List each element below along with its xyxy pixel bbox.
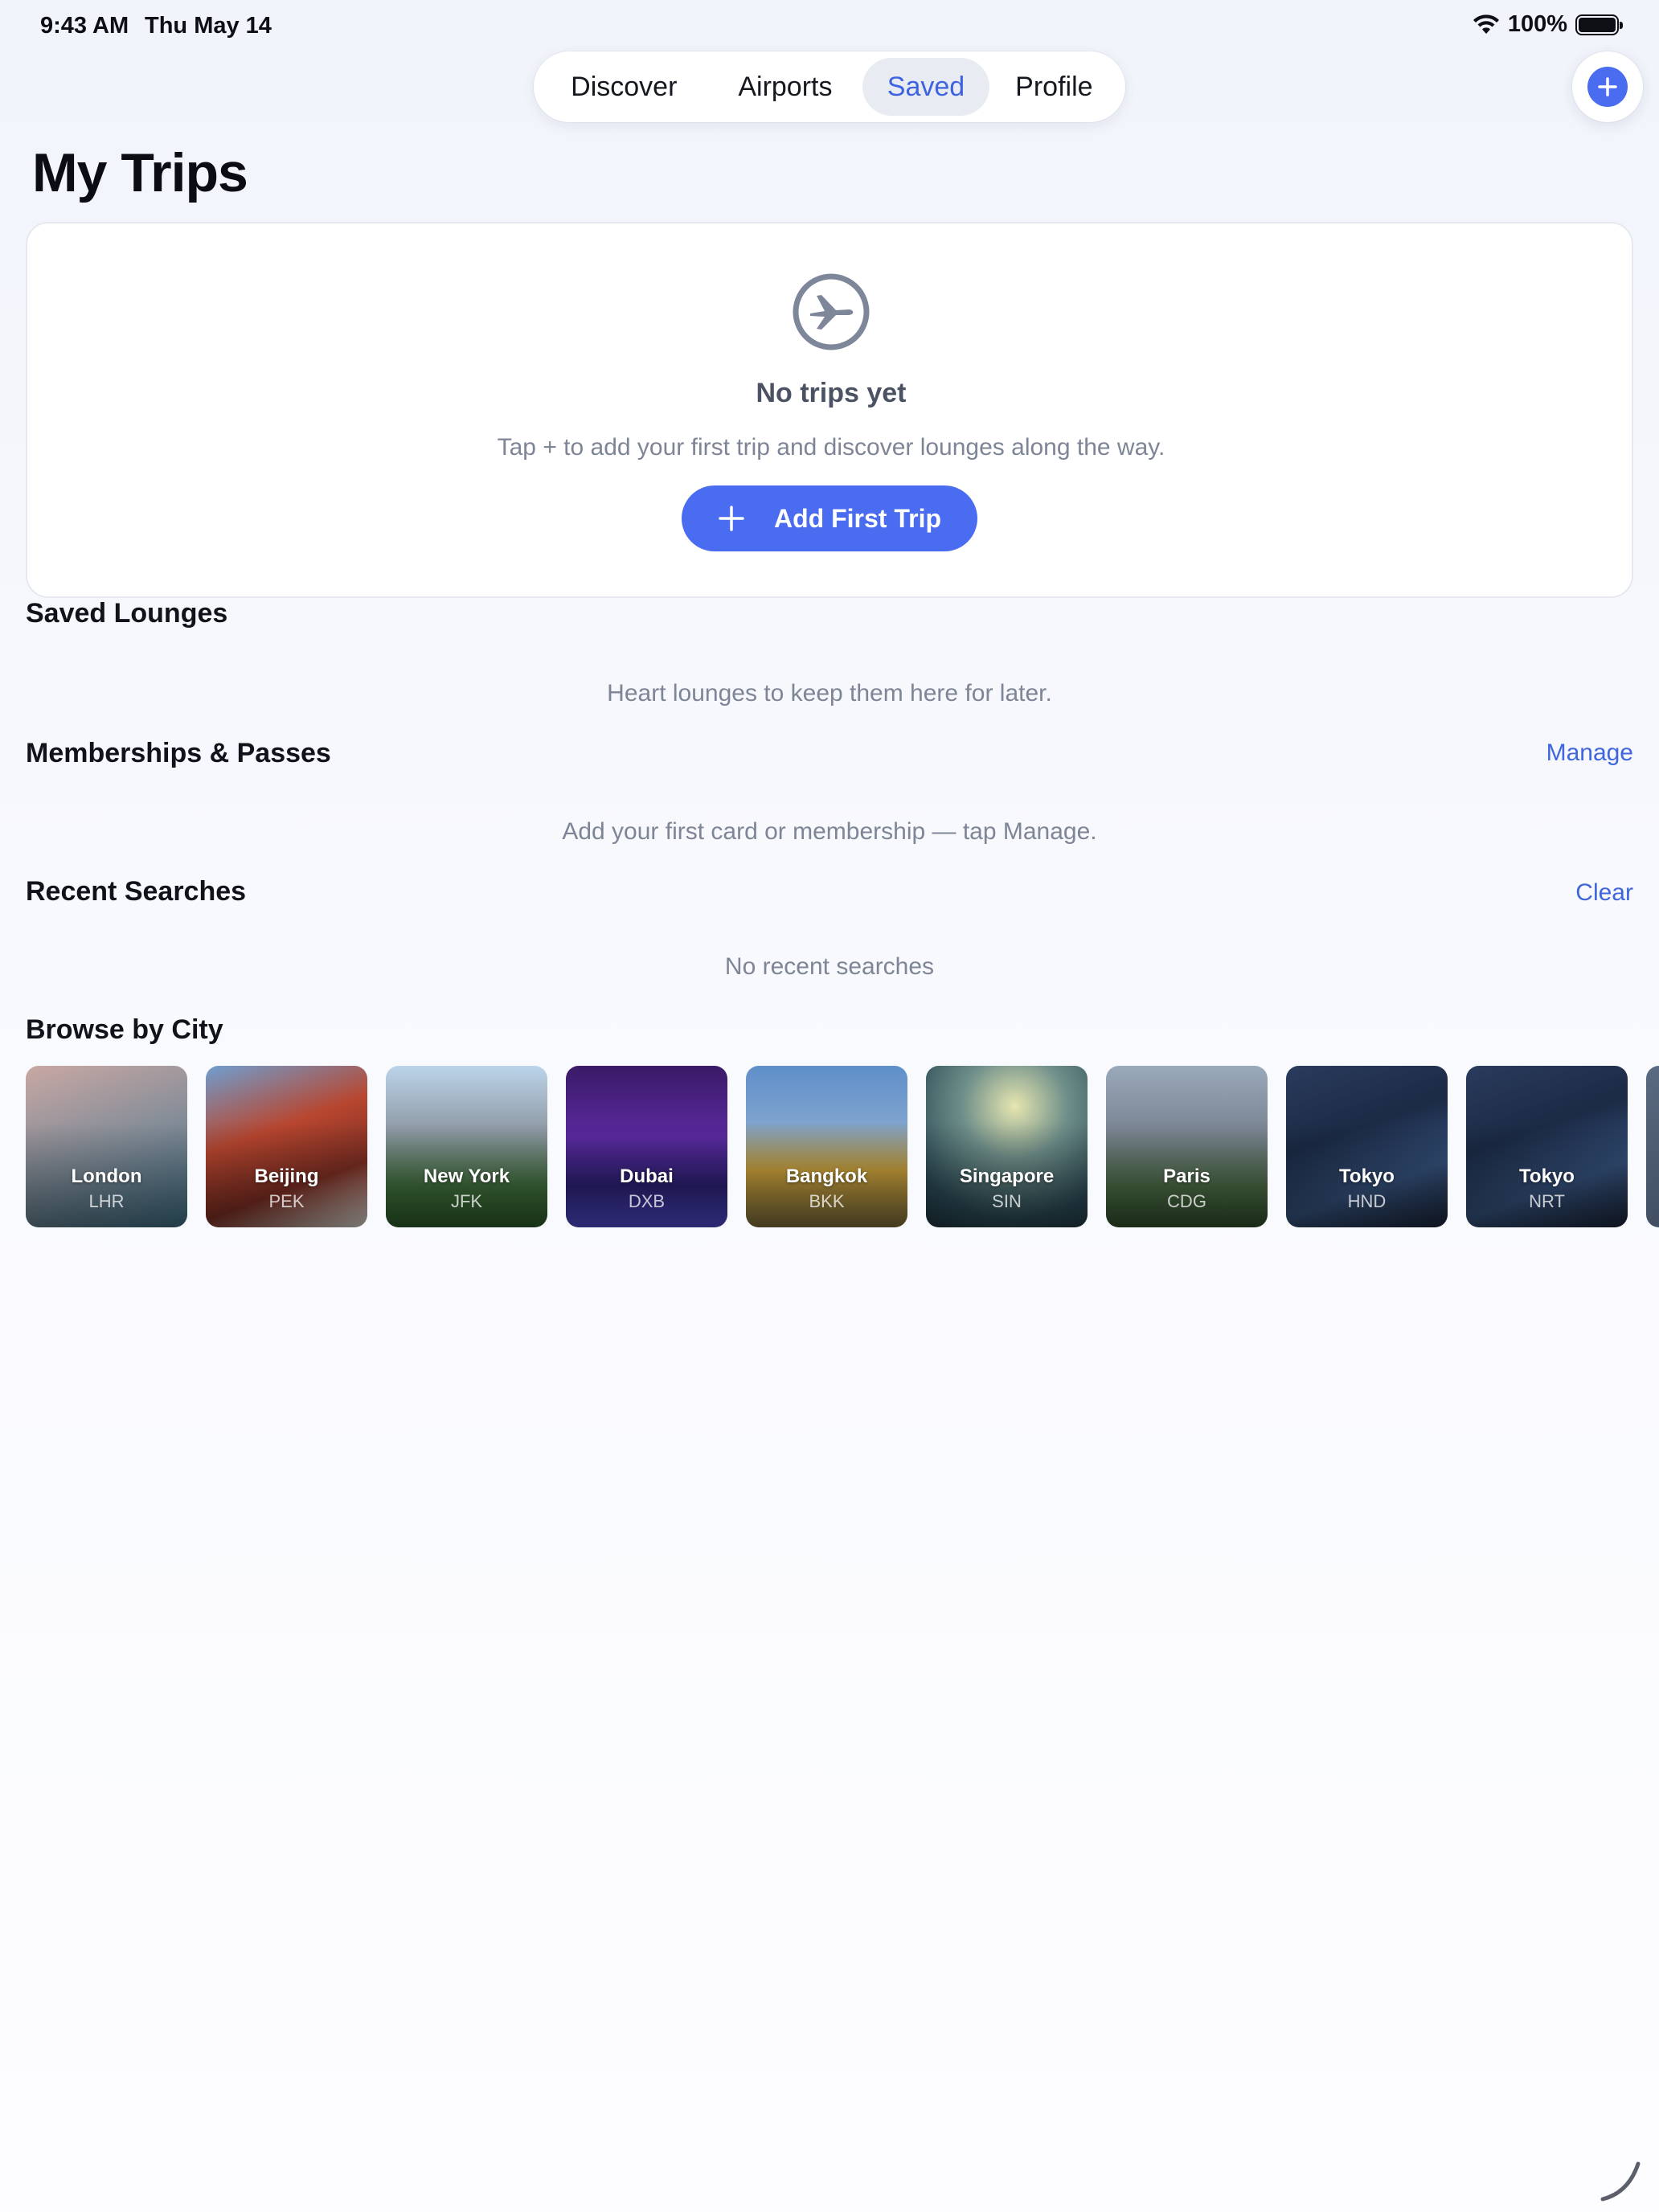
city-code: LHR: [88, 1191, 125, 1211]
saved-lounges-title: Saved Lounges: [26, 598, 228, 629]
city-tile-dubai[interactable]: Dubai DXB: [566, 1066, 727, 1227]
add-first-trip-button[interactable]: Add First Trip: [682, 485, 977, 551]
city-name: London: [71, 1165, 142, 1187]
trips-empty-card: No trips yet Tap + to add your first tri…: [26, 222, 1633, 598]
city-code: BKK: [809, 1191, 845, 1211]
add-trip-fab[interactable]: [1572, 51, 1643, 122]
city-carousel[interactable]: London LHR Beijing PEK New York JFK Duba…: [26, 1066, 1659, 1228]
status-date: Thu May 14: [145, 13, 272, 39]
city-code: DXB: [628, 1191, 666, 1211]
city-name: Tokyo: [1339, 1165, 1395, 1187]
status-time: 9:43 AM: [40, 13, 129, 39]
tab-airports[interactable]: Airports: [708, 58, 863, 116]
city-name: Beijing: [254, 1165, 319, 1187]
wifi-icon: [1473, 14, 1499, 34]
tab-saved[interactable]: Saved: [862, 58, 989, 116]
clear-link[interactable]: Clear: [1575, 879, 1633, 907]
city-code: NRT: [1529, 1191, 1565, 1211]
city-name: New York: [423, 1165, 510, 1187]
city-name: Paris: [1163, 1165, 1210, 1187]
memberships-title: Memberships & Passes: [26, 738, 331, 768]
manage-link[interactable]: Manage: [1546, 739, 1633, 767]
battery-icon: [1575, 14, 1623, 35]
page-title: My Trips: [32, 142, 248, 203]
city-name: Tokyo: [1519, 1165, 1575, 1187]
city-tile-london[interactable]: London LHR: [26, 1066, 187, 1227]
recent-searches-empty: No recent searches: [724, 953, 935, 980]
status-bar: 9:43 AM Thu May 14 100%: [0, 0, 1659, 51]
tab-profile[interactable]: Profile: [989, 58, 1119, 116]
city-tile-beijing[interactable]: Beijing PEK: [206, 1066, 367, 1227]
city-code: JFK: [450, 1191, 483, 1211]
city-tile-tokyo-nrt[interactable]: Tokyo NRT: [1466, 1066, 1628, 1227]
recent-searches-title: Recent Searches: [26, 876, 247, 907]
city-code: CDG: [1167, 1191, 1206, 1211]
city-tile-new-york[interactable]: New York JFK: [386, 1066, 547, 1227]
city-name: Singapore: [959, 1165, 1055, 1187]
memberships-empty: Add your first card or membership — tap …: [562, 818, 1097, 845]
browse-by-city-title: Browse by City: [26, 1014, 223, 1045]
corner-grabber-icon: [1600, 2161, 1641, 2202]
trips-empty-subtitle: Tap + to add your first trip and discove…: [497, 434, 1165, 461]
city-tile-tokyo-hnd[interactable]: Tokyo HND: [1286, 1066, 1448, 1227]
saved-lounges-empty: Heart lounges to keep them here for late…: [607, 680, 1052, 707]
top-tab-bar: Discover Airports Saved Profile: [534, 51, 1125, 122]
plus-icon: [1587, 67, 1628, 107]
add-first-trip-label: Add First Trip: [774, 503, 941, 533]
battery-percent: 100%: [1507, 11, 1567, 37]
city-name: Dubai: [620, 1165, 674, 1187]
city-tile-partial[interactable]: [1646, 1066, 1659, 1227]
city-tile-paris[interactable]: Paris CDG: [1106, 1066, 1268, 1227]
city-code: SIN: [992, 1191, 1022, 1211]
city-name: Bangkok: [785, 1165, 868, 1187]
city-tile-bangkok[interactable]: Bangkok BKK: [746, 1066, 907, 1227]
plus-icon: [719, 506, 744, 531]
trips-empty-title: No trips yet: [756, 378, 907, 408]
tab-discover[interactable]: Discover: [540, 58, 708, 116]
status-right: 100%: [1473, 11, 1623, 38]
city-tile-singapore[interactable]: Singapore SIN: [926, 1066, 1088, 1227]
city-code: PEK: [268, 1191, 305, 1211]
city-code: HND: [1347, 1191, 1387, 1211]
airplane-circle-icon: [793, 273, 870, 350]
